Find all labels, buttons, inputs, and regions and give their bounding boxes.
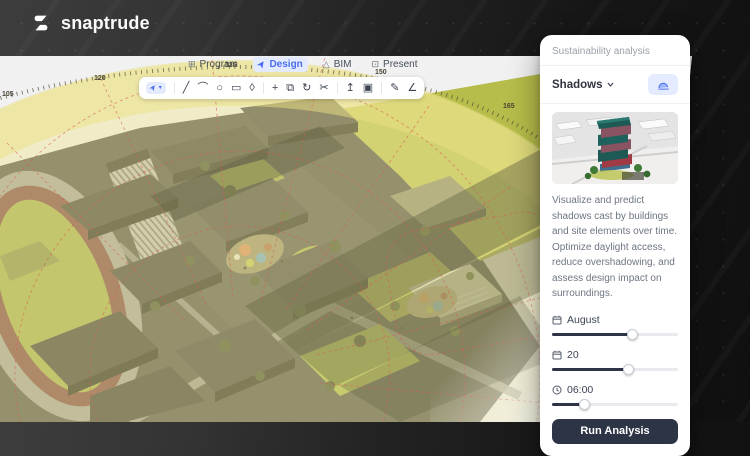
date-value: 20	[567, 349, 579, 361]
mode-tabs: ⊞ Program ➤ Design △ BIM ⊡ Present	[183, 57, 423, 72]
trim-tool[interactable]: ✂	[319, 83, 328, 94]
date-slider[interactable]	[552, 368, 678, 371]
svg-text:120: 120	[94, 75, 106, 82]
scissors-icon: ✂	[319, 83, 328, 94]
tab-label: BIM	[334, 59, 352, 70]
brand-name: snaptrude	[61, 13, 150, 34]
section-icon: ▣	[363, 83, 373, 94]
line-icon: ╱	[183, 83, 190, 94]
import-tool[interactable]: ↥	[346, 83, 355, 94]
import-icon: ↥	[346, 83, 355, 94]
shadow-analysis-preview-image	[552, 112, 678, 184]
time-slider-group: 06:00	[552, 384, 678, 406]
rotate-icon: ↻	[302, 83, 311, 94]
arc-tool[interactable]: ⌒	[197, 83, 208, 94]
program-icon: ⊞	[188, 59, 196, 70]
tab-present[interactable]: ⊡ Present	[367, 57, 423, 72]
present-icon: ⊡	[372, 59, 380, 70]
pencil-icon: ✎	[390, 83, 399, 94]
tab-bim[interactable]: △ BIM	[318, 57, 357, 72]
time-value: 06:00	[567, 384, 593, 396]
calendar-icon	[552, 315, 562, 325]
annotate-tool[interactable]: ✎	[390, 83, 399, 94]
snaptrude-logo-icon	[30, 12, 52, 34]
move-icon: +	[272, 83, 278, 94]
erase-tool[interactable]: ◊	[249, 83, 254, 94]
analysis-type-dropdown[interactable]: Shadows	[552, 79, 614, 91]
erase-icon: ◊	[249, 83, 254, 94]
design-cursor-icon: ➤	[255, 58, 268, 70]
time-slider[interactable]	[552, 403, 678, 406]
angle-icon: ∠	[407, 83, 417, 94]
bim-icon: △	[323, 59, 330, 70]
panel-title: Sustainability analysis	[540, 35, 690, 66]
run-analysis-button[interactable]: Run Analysis	[552, 419, 678, 444]
marketing-page: { "header": { "brand": "snaptrude" }, "t…	[0, 0, 750, 422]
circle-tool[interactable]: ○	[216, 83, 223, 94]
circle-icon: ○	[216, 83, 223, 94]
analysis-description: Visualize and predict shadows cast by bu…	[552, 193, 678, 302]
weather-button[interactable]	[648, 74, 678, 95]
analysis-type-label: Shadows	[552, 79, 602, 91]
rotate-tool[interactable]: ↻	[302, 83, 311, 94]
tab-label: Design	[269, 59, 302, 70]
drawing-toolbar: ➤ ▾ ╱ ⌒ ○ ▭ ◊ + ⧉ ↻ ✂ ↥ ▣ ✎ ∠	[139, 77, 424, 99]
arc-icon: ⌒	[197, 83, 208, 94]
month-value: August	[567, 314, 600, 326]
select-tool[interactable]: ➤ ▾	[146, 82, 166, 94]
slider-thumb[interactable]	[623, 364, 634, 375]
cursor-icon: ➤	[148, 83, 158, 93]
analysis-sliders: August 20	[552, 314, 678, 406]
line-tool[interactable]: ╱	[183, 83, 190, 94]
tab-program[interactable]: ⊞ Program	[183, 57, 243, 72]
chevron-down-icon: ▾	[159, 85, 162, 91]
sustainability-panel: Sustainability analysis Shadows	[540, 35, 690, 456]
cloud-icon	[656, 79, 671, 90]
rectangle-tool[interactable]: ▭	[231, 83, 241, 94]
svg-text:105: 105	[2, 91, 14, 98]
slider-thumb[interactable]	[627, 329, 638, 340]
toolbar-divider	[174, 82, 175, 94]
slider-thumb[interactable]	[579, 399, 590, 410]
calendar-icon	[552, 350, 562, 360]
rectangle-icon: ▭	[231, 83, 241, 94]
copy-tool[interactable]: ⧉	[286, 83, 294, 94]
tab-label: Program	[200, 59, 238, 70]
month-slider-group: August	[552, 314, 678, 336]
section-tool[interactable]: ▣	[363, 83, 373, 94]
svg-text:165: 165	[503, 103, 515, 110]
analysis-type-row: Shadows	[540, 66, 690, 104]
date-slider-group: 20	[552, 349, 678, 371]
tab-design[interactable]: ➤ Design	[253, 57, 308, 72]
brand: snaptrude	[30, 12, 150, 34]
toolbar-divider	[381, 82, 382, 94]
toolbar-divider	[337, 82, 338, 94]
move-tool[interactable]: +	[272, 83, 278, 94]
tab-label: Present	[383, 59, 417, 70]
copy-icon: ⧉	[286, 83, 294, 94]
toolbar-divider	[263, 82, 264, 94]
angle-tool[interactable]: ∠	[407, 83, 417, 94]
clock-icon	[552, 385, 562, 395]
month-slider[interactable]	[552, 333, 678, 336]
chevron-down-icon	[607, 82, 614, 87]
